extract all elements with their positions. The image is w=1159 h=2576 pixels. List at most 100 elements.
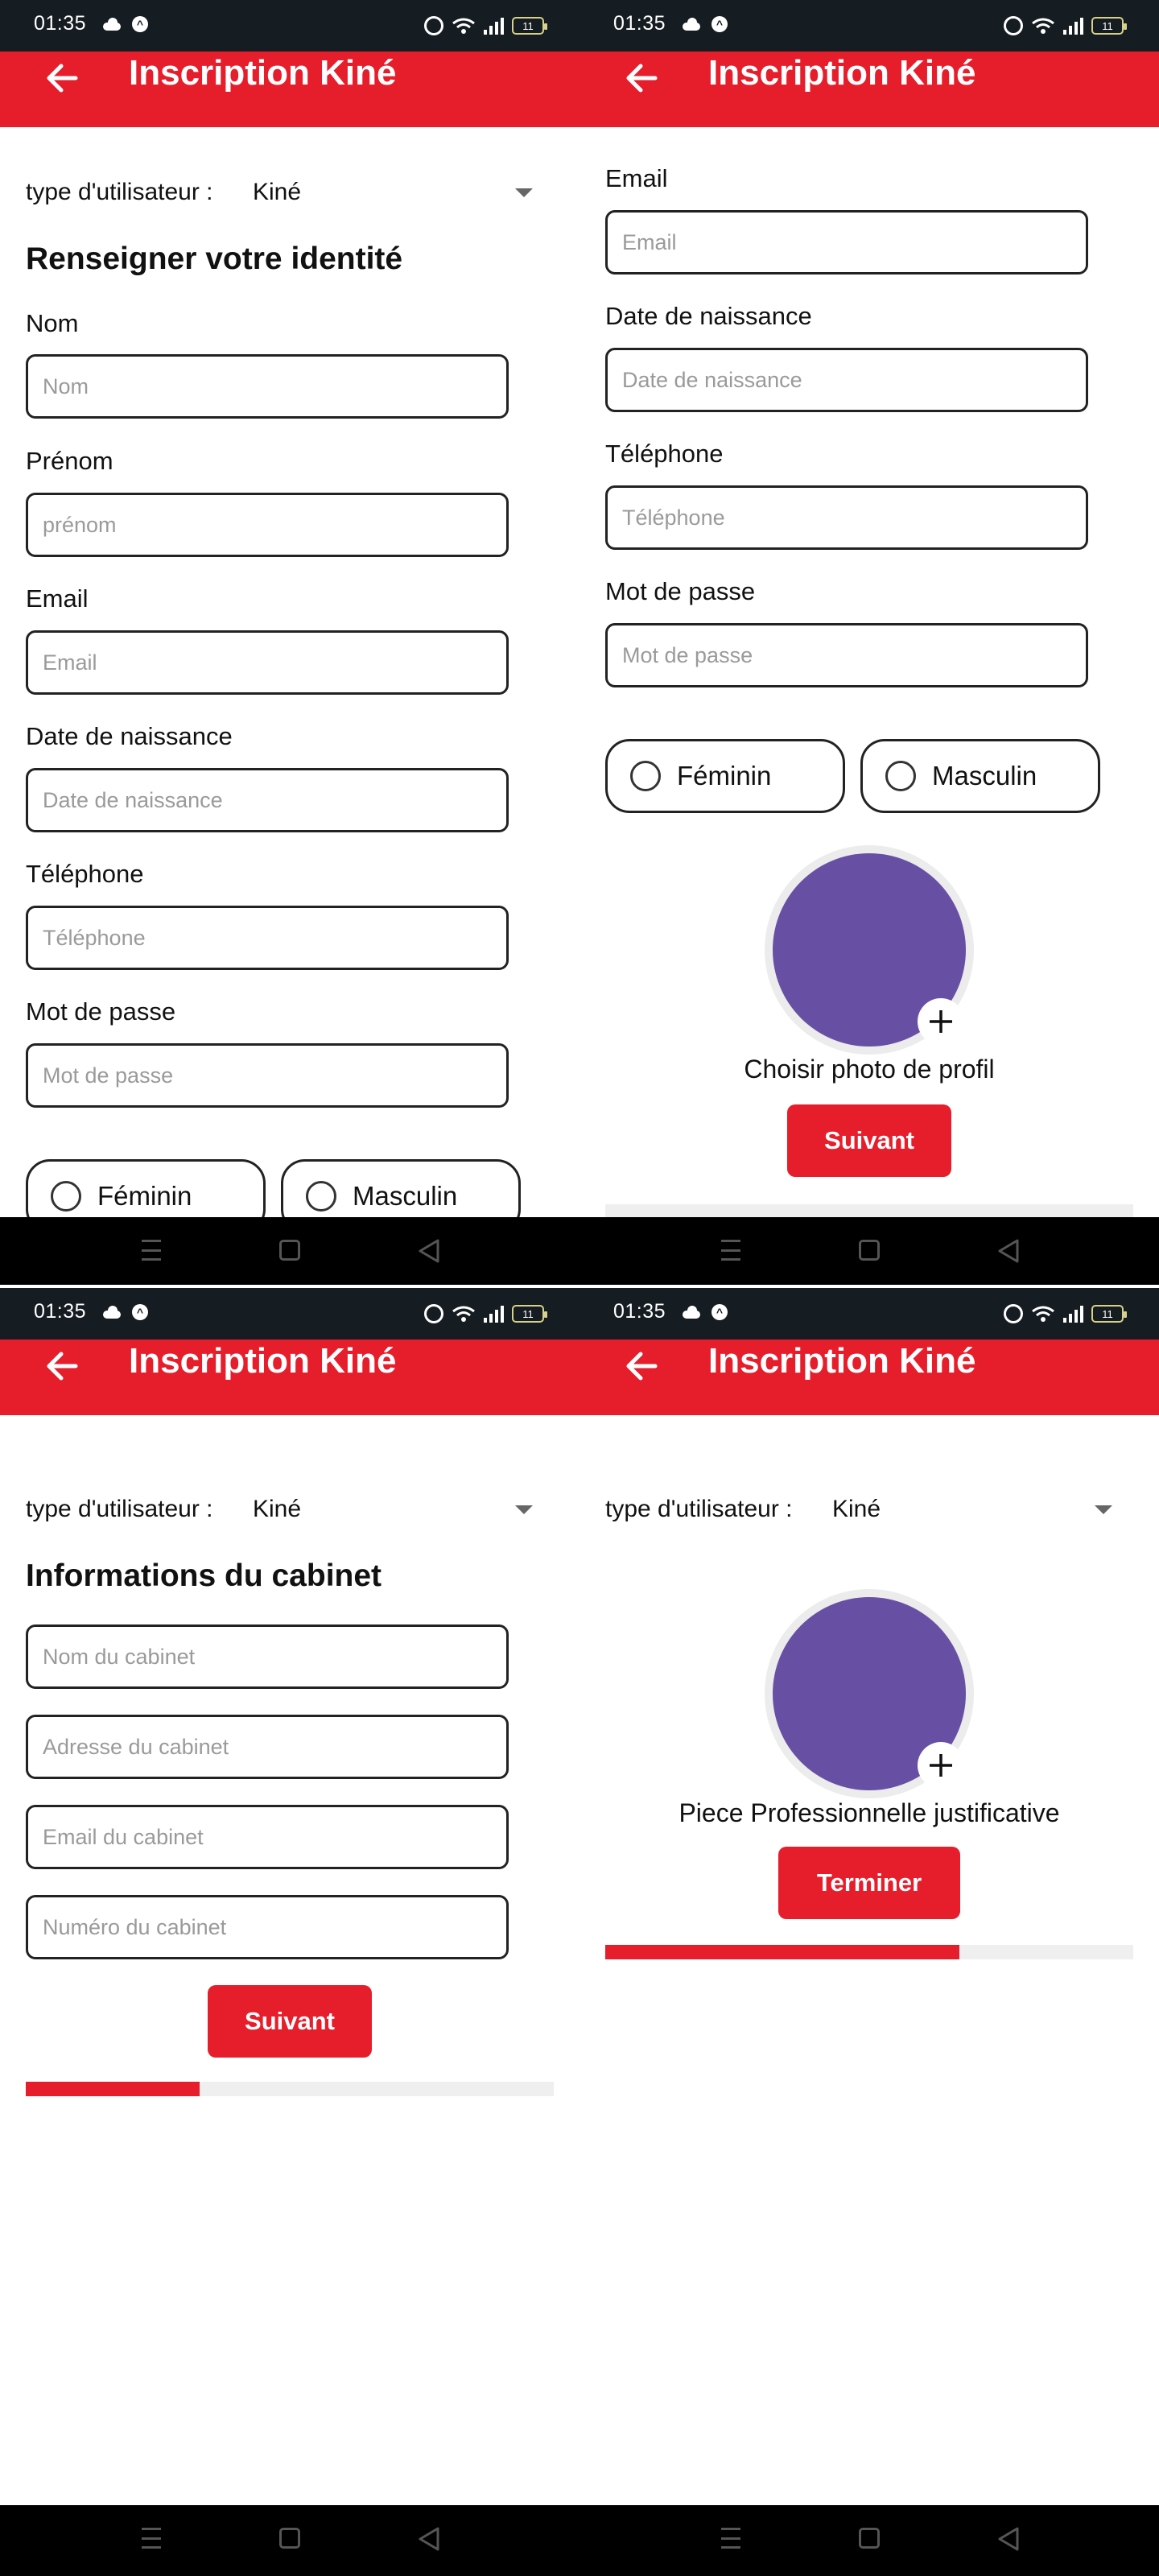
nav-back-icon[interactable]	[996, 2526, 1021, 2552]
progress-fill	[605, 1945, 959, 1959]
radio-circle-icon	[51, 1181, 81, 1212]
back-arrow-icon[interactable]	[625, 61, 658, 95]
alarm-icon	[424, 16, 443, 35]
password-input[interactable]	[605, 623, 1088, 687]
cabinet-email-input[interactable]	[26, 1805, 509, 1869]
progress-fill	[26, 2082, 200, 2096]
wifi-icon	[1032, 1306, 1054, 1322]
radio-circle-icon	[885, 761, 916, 791]
user-type-dropdown[interactable]: type d'utilisateur : Kiné	[26, 1496, 533, 1523]
password-label: Mot de passe	[26, 997, 176, 1026]
battery-icon: 11	[1091, 1305, 1127, 1323]
nav-back-icon[interactable]	[417, 1238, 441, 1264]
nav-menu-icon[interactable]	[142, 2528, 161, 2549]
user-type-value: Kiné	[253, 179, 302, 205]
nav-back-icon[interactable]	[417, 2526, 441, 2552]
gender-female-radio[interactable]: Féminin	[26, 1159, 266, 1217]
phone-input[interactable]	[605, 485, 1088, 550]
next-button[interactable]: Suivant	[787, 1104, 951, 1177]
dropdown-arrow-icon	[515, 1505, 533, 1514]
app-bar: Inscription Kiné	[580, 52, 1159, 127]
wifi-icon	[1032, 18, 1054, 34]
user-type-label: type d'utilisateur :	[605, 1496, 793, 1522]
back-arrow-icon[interactable]	[45, 1349, 79, 1383]
status-time: 01:35	[613, 12, 666, 35]
cloud-icon	[103, 1306, 121, 1319]
birthdate-label: Date de naissance	[26, 722, 233, 750]
cabinet-phone-input[interactable]	[26, 1895, 509, 1959]
status-bar-left: 01:35 ^ 11	[0, 0, 580, 52]
signal-icon	[484, 17, 504, 35]
battery-icon: 11	[1091, 17, 1127, 35]
status-bar-right: 01:35 ^ 11	[580, 0, 1159, 52]
user-type-value: Kiné	[253, 1496, 302, 1522]
screen-cabinet: Inscription Kiné type d'utilisateur : Ki…	[0, 1340, 580, 2505]
plus-icon[interactable]	[918, 1742, 964, 1789]
password-label: Mot de passe	[605, 577, 756, 605]
nav-menu-icon[interactable]	[721, 1240, 740, 1261]
screen-identity: Inscription Kiné type d'utilisateur : Ki…	[0, 52, 580, 1217]
app-title: Inscription Kiné	[129, 53, 397, 93]
signal-icon	[484, 1305, 504, 1323]
nav-menu-icon[interactable]	[142, 1240, 161, 1261]
app-title: Inscription Kiné	[708, 1341, 976, 1381]
gender-female-radio[interactable]: Féminin	[605, 739, 845, 813]
back-arrow-icon[interactable]	[625, 1349, 658, 1383]
alarm-icon	[1004, 1304, 1023, 1323]
email-label: Email	[605, 164, 668, 192]
nav-home-icon[interactable]	[279, 2528, 300, 2549]
screen-professional-document: Inscription Kiné type d'utilisateur : Ki…	[580, 1340, 1159, 2505]
gender-male-label: Masculin	[353, 1181, 458, 1211]
document-caption: Piece Professionnelle justificative	[678, 1798, 1060, 1827]
radio-circle-icon	[630, 761, 661, 791]
gender-female-label: Féminin	[97, 1181, 192, 1211]
user-type-dropdown[interactable]: type d'utilisateur : Kiné	[26, 179, 533, 206]
user-type-dropdown[interactable]: type d'utilisateur : Kiné	[605, 1496, 1112, 1523]
wifi-icon	[452, 18, 475, 34]
nav-back-icon[interactable]	[996, 1238, 1021, 1264]
prenom-label: Prénom	[26, 447, 113, 475]
section-title: Renseigner votre identité	[26, 242, 403, 276]
plus-icon[interactable]	[918, 998, 964, 1045]
nav-home-icon[interactable]	[859, 2528, 880, 2549]
nav-home-icon[interactable]	[859, 1240, 880, 1261]
back-arrow-icon[interactable]	[45, 61, 79, 95]
password-input[interactable]	[26, 1043, 509, 1108]
gender-male-radio[interactable]: Masculin	[281, 1159, 521, 1217]
document-photo-picker[interactable]	[765, 1589, 974, 1798]
phone-input[interactable]	[26, 906, 509, 970]
prenom-input[interactable]	[26, 493, 509, 557]
wifi-icon	[452, 1306, 475, 1322]
status-bar-middle: 01:35 ^ 11 01:35 ^ 11	[0, 1288, 1159, 1340]
status-time: 01:35	[613, 1300, 666, 1323]
gender-male-label: Masculin	[932, 761, 1037, 791]
battery-icon: 11	[512, 17, 547, 35]
nom-input[interactable]	[26, 354, 509, 419]
gender-male-radio[interactable]: Masculin	[860, 739, 1100, 813]
app-title: Inscription Kiné	[708, 53, 976, 93]
nav-home-icon[interactable]	[279, 1240, 300, 1261]
profile-photo-picker[interactable]	[765, 845, 974, 1055]
birthdate-input[interactable]	[26, 768, 509, 832]
alarm-icon	[1004, 16, 1023, 35]
nav-bar-middle	[0, 1217, 1159, 1285]
phone-label: Téléphone	[605, 440, 724, 468]
next-button[interactable]: Suivant	[208, 1985, 372, 2058]
app-bar: Inscription Kiné	[0, 52, 580, 127]
cabinet-address-input[interactable]	[26, 1715, 509, 1779]
nav-menu-icon[interactable]	[721, 2528, 740, 2549]
birthdate-label: Date de naissance	[605, 302, 812, 330]
birthdate-input[interactable]	[605, 348, 1088, 412]
app-bar: Inscription Kiné	[0, 1340, 580, 1415]
email-input[interactable]	[26, 630, 509, 695]
cloud-icon	[683, 18, 700, 31]
alarm-icon	[424, 1304, 443, 1323]
status-bar-top: 01:35 ^ 11 01:35 ^ 11	[0, 0, 1159, 52]
cloud-icon	[683, 1306, 700, 1319]
cabinet-name-input[interactable]	[26, 1624, 509, 1689]
battery-icon: 11	[512, 1305, 547, 1323]
screen-identity-scrolled: Inscription Kiné Email Date de naissance…	[580, 52, 1159, 1217]
user-type-label: type d'utilisateur :	[26, 1496, 213, 1522]
email-input[interactable]	[605, 210, 1088, 275]
finish-button[interactable]: Terminer	[778, 1847, 960, 1919]
